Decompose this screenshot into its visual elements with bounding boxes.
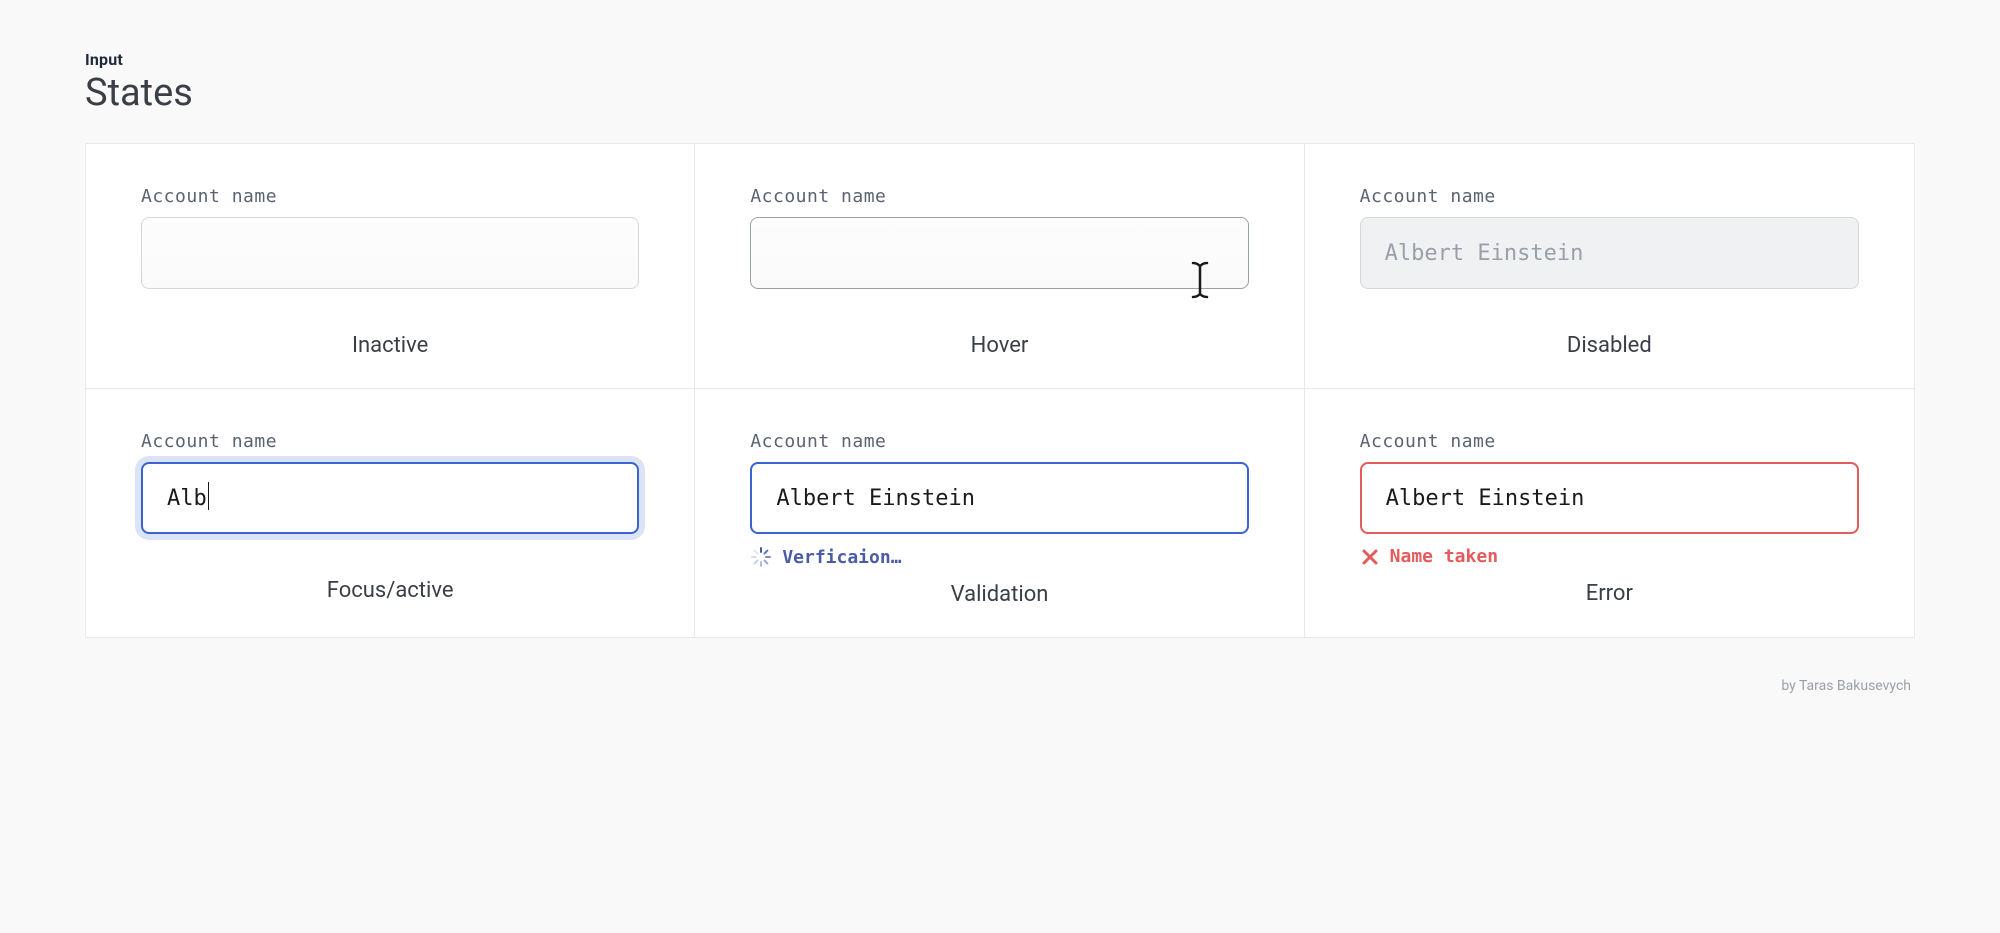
cell-focus: Account name Alb Focus/active bbox=[86, 389, 695, 637]
state-label: Hover bbox=[750, 333, 1248, 358]
account-name-input-disabled bbox=[1360, 217, 1859, 289]
text-caret-icon bbox=[208, 482, 209, 510]
cell-disabled: Account name Disabled bbox=[1305, 144, 1914, 389]
error-message: Name taken bbox=[1390, 546, 1498, 567]
cell-inactive: Account name Inactive bbox=[86, 144, 695, 389]
input-wrapper bbox=[141, 217, 639, 289]
state-label: Validation bbox=[750, 582, 1248, 607]
credit: by Taras Bakusevych bbox=[85, 678, 1915, 694]
account-name-input-focus[interactable]: Alb bbox=[141, 462, 639, 534]
account-name-input-error[interactable] bbox=[1360, 462, 1859, 534]
account-name-input-validation[interactable] bbox=[750, 462, 1248, 534]
input-label: Account name bbox=[141, 431, 639, 452]
state-label: Focus/active bbox=[141, 578, 639, 603]
validation-message: Verficaion… bbox=[782, 547, 901, 568]
input-label: Account name bbox=[141, 186, 639, 207]
input-label: Account name bbox=[750, 431, 1248, 452]
input-label: Account name bbox=[1360, 186, 1859, 207]
input-wrapper bbox=[750, 462, 1248, 534]
page-title: States bbox=[85, 71, 1915, 115]
cell-error: Account name Name taken Error bbox=[1305, 389, 1914, 637]
input-wrapper bbox=[1360, 217, 1859, 289]
account-name-input-inactive[interactable] bbox=[141, 217, 639, 289]
error-helper: Name taken bbox=[1360, 546, 1859, 567]
state-label: Error bbox=[1360, 581, 1859, 606]
input-label: Account name bbox=[750, 186, 1248, 207]
input-wrapper bbox=[750, 217, 1248, 289]
x-icon bbox=[1360, 547, 1380, 567]
input-label: Account name bbox=[1360, 431, 1859, 452]
header: Input States bbox=[85, 50, 1915, 115]
validation-helper: Verficaion… bbox=[750, 546, 1248, 568]
state-label: Disabled bbox=[1360, 333, 1859, 358]
input-wrapper: Alb bbox=[141, 462, 639, 534]
states-grid: Account name Inactive Account name Hover… bbox=[85, 143, 1915, 638]
state-label: Inactive bbox=[141, 333, 639, 358]
text-cursor-icon bbox=[1191, 261, 1209, 299]
spinner-icon bbox=[750, 546, 772, 568]
account-name-input-hover[interactable] bbox=[750, 217, 1248, 289]
component-overline: Input bbox=[85, 50, 1915, 69]
input-value: Alb bbox=[167, 486, 207, 511]
input-wrapper bbox=[1360, 462, 1859, 534]
cell-validation: Account name V bbox=[695, 389, 1304, 637]
cell-hover: Account name Hover bbox=[695, 144, 1304, 389]
